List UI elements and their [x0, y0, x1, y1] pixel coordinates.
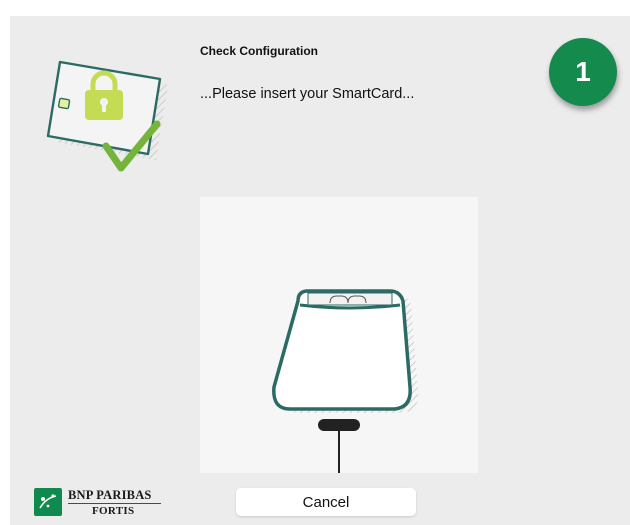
step-number: 1 — [575, 56, 591, 87]
bnp-logo-mark-icon — [34, 488, 62, 516]
bnp-paribas-fortis-logo: BNP PARIBAS FORTIS — [34, 486, 164, 520]
cancel-button[interactable]: Cancel — [236, 488, 416, 516]
step-badge: 1 — [549, 38, 617, 106]
logo-text-bnp-paribas: BNP PARIBAS — [68, 488, 152, 502]
smartcard-lock-check-icon — [30, 44, 170, 179]
logo-separator — [68, 503, 161, 504]
logo-text-fortis: FORTIS — [92, 505, 135, 517]
insert-card-message: ...Please insert your SmartCard... — [200, 86, 415, 102]
card-reader-icon — [272, 289, 419, 473]
card-reader-panel — [200, 197, 478, 473]
dialog-window: Check Configuration ...Please insert you… — [10, 16, 630, 525]
dialog-title: Check Configuration — [200, 44, 319, 58]
